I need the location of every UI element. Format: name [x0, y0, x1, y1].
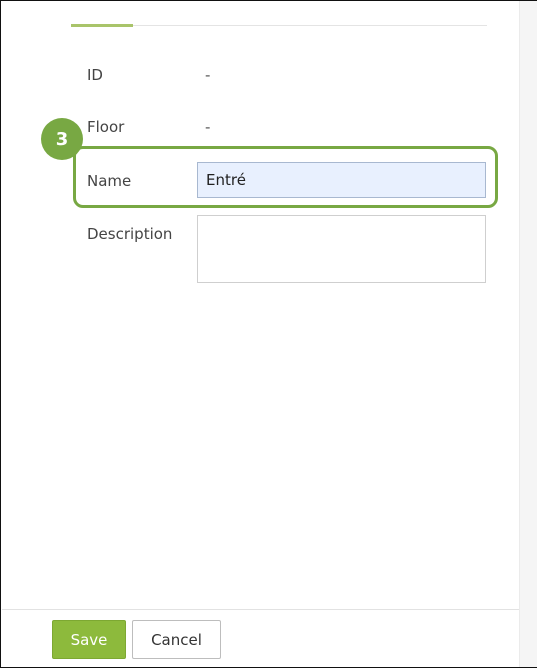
floor-value: -	[205, 118, 211, 136]
step-highlight-box	[73, 146, 498, 208]
description-label: Description	[87, 225, 173, 243]
floor-label: Floor	[87, 118, 125, 136]
edit-panel: ID - Floor - Name Description 3 Save Can…	[0, 0, 537, 668]
footer-divider	[2, 609, 519, 610]
active-tab-indicator	[71, 24, 133, 27]
panel-side-strip	[519, 1, 537, 667]
tab-bar-divider	[71, 25, 487, 26]
description-textarea[interactable]	[197, 215, 486, 283]
cancel-button[interactable]: Cancel	[132, 620, 221, 659]
id-value: -	[205, 66, 211, 84]
step-number-badge: 3	[41, 118, 83, 160]
id-label: ID	[87, 66, 103, 84]
save-button[interactable]: Save	[52, 620, 126, 659]
